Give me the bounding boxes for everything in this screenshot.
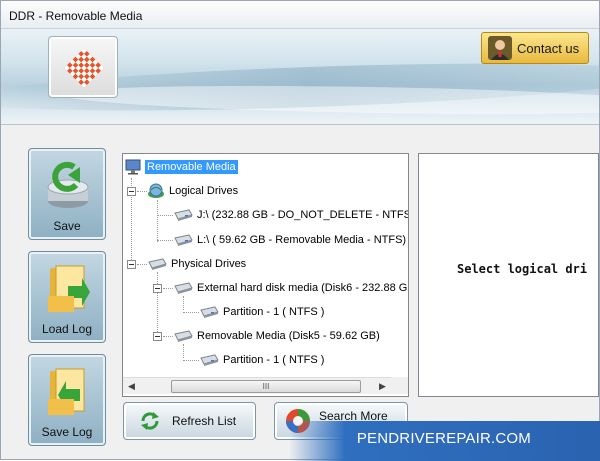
save-disk-icon	[47, 161, 89, 208]
scroll-left-arrow-icon[interactable]: ◀	[123, 378, 140, 395]
disk6-label: External hard disk media (Disk6 - 232.88…	[197, 282, 409, 294]
drive-icon	[174, 330, 193, 342]
tree-horizontal-scrollbar[interactable]: ◀ III ▶	[123, 377, 391, 394]
drive-icon	[174, 282, 193, 294]
scroll-corner	[391, 377, 408, 394]
load-log-label: Load Log	[41, 322, 93, 336]
scroll-thumb[interactable]: III	[171, 380, 361, 393]
logical-drive-l-label: L:\ ( 59.62 GB - Removable Media - NTFS)	[197, 234, 407, 246]
tree-disk6-partition[interactable]: Partition - 1 ( NTFS )	[199, 303, 324, 321]
refresh-list-label: Refresh List	[172, 414, 237, 428]
tree-physical-drives[interactable]: Physical Drives	[147, 255, 246, 273]
contact-us-button[interactable]: Contact us	[481, 32, 589, 64]
app-window: DDR - Removable Media Contact us Save Lo…	[0, 0, 600, 461]
tree-disk6[interactable]: External hard disk media (Disk6 - 232.88…	[173, 279, 409, 297]
save-log-label: Save Log	[41, 425, 93, 439]
disk6-partition-label: Partition - 1 ( NTFS )	[223, 306, 325, 318]
folder-arrow-icon	[48, 265, 90, 312]
tree-disk5-partition[interactable]: Partition - 1 ( NTFS )	[199, 351, 324, 369]
tree-logical-drive-j[interactable]: J:\ (232.88 GB - DO_NOT_DELETE - NTFS)	[173, 206, 409, 224]
save-button[interactable]: Save	[28, 148, 106, 240]
load-log-button[interactable]: Load Log	[28, 251, 106, 343]
tree-disk5[interactable]: Removable Media (Disk5 - 59.62 GB)	[173, 327, 380, 345]
brand-footer: PENDRIVEREPAIR.COM	[289, 421, 600, 461]
monitor-icon	[125, 159, 141, 175]
tree-root[interactable]: Removable Media	[125, 158, 238, 176]
folder-arrow-icon	[48, 368, 85, 415]
disk5-partition-label: Partition - 1 ( NTFS )	[223, 354, 325, 366]
disk5-label: Removable Media (Disk5 - 59.62 GB)	[197, 330, 380, 342]
globe-icon	[148, 183, 164, 198]
physical-drives-label: Physical Drives	[171, 258, 247, 270]
tree-logical-drives[interactable]: Logical Drives	[147, 182, 238, 200]
app-logo	[48, 36, 118, 98]
logical-drives-label: Logical Drives	[169, 185, 239, 197]
save-log-button[interactable]: Save Log	[28, 354, 106, 446]
refresh-list-button[interactable]: Refresh List	[123, 402, 256, 440]
drive-icon	[148, 258, 167, 270]
details-panel: Select logical dri	[418, 153, 599, 397]
collapse-disk6[interactable]	[153, 284, 162, 293]
details-message: Select logical dri	[457, 262, 588, 276]
tree-logical-drive-l[interactable]: L:\ ( 59.62 GB - Removable Media - NTFS)	[173, 231, 406, 249]
drive-icon	[174, 234, 193, 246]
collapse-disk5[interactable]	[153, 332, 162, 341]
checker-logo-icon	[64, 48, 104, 88]
title-bar: DDR - Removable Media	[1, 1, 599, 29]
contact-us-label: Contact us	[517, 40, 580, 56]
window-title: DDR - Removable Media	[9, 9, 143, 23]
logical-drive-j-label: J:\ (232.88 GB - DO_NOT_DELETE - NTFS)	[197, 209, 409, 221]
tree-root-label: Removable Media	[145, 160, 238, 174]
scroll-grip: III	[262, 382, 270, 391]
scroll-right-arrow-icon[interactable]: ▶	[374, 378, 391, 395]
drive-icon	[174, 209, 193, 221]
collapse-logical-drives[interactable]	[127, 187, 136, 196]
save-label: Save	[53, 219, 81, 233]
refresh-icon	[141, 412, 159, 430]
brand-text: PENDRIVEREPAIR.COM	[356, 430, 531, 447]
drive-tree-view[interactable]: Removable Media Logical Drives J:\ (232.…	[122, 153, 409, 397]
collapse-physical-drives[interactable]	[127, 260, 136, 269]
drive-icon	[200, 306, 219, 318]
drive-icon	[200, 354, 219, 366]
support-person-icon	[488, 36, 512, 60]
